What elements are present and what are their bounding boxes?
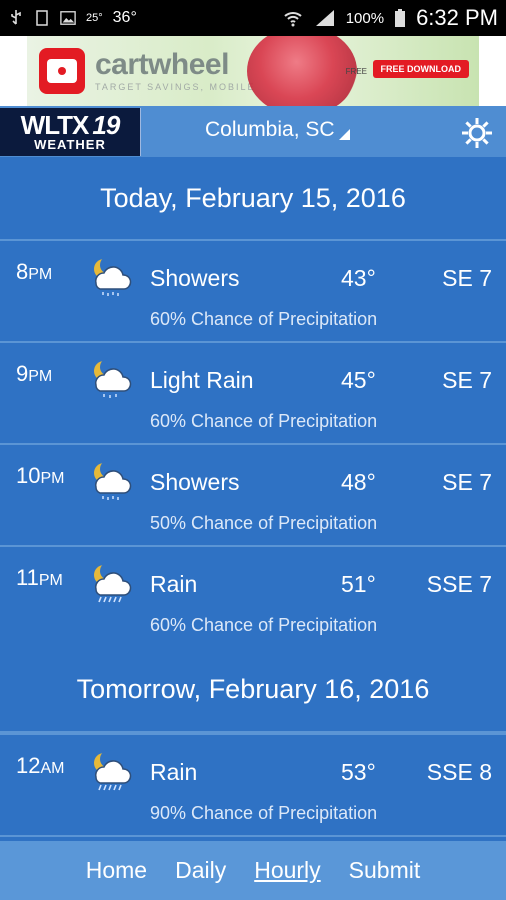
day-header-tomorrow: Tomorrow, February 16, 2016 xyxy=(0,647,506,733)
hour-temp: 53° xyxy=(341,759,376,785)
ad-text: cartwheel TARGET SAVINGS, MOBILE xyxy=(95,48,256,93)
battery-percent: 100% xyxy=(345,9,385,27)
night-light-rain-icon xyxy=(94,358,132,398)
ad-brand: cartwheel xyxy=(95,48,229,81)
hour-temp: 45° xyxy=(341,367,376,393)
night-showers-icon xyxy=(94,256,132,296)
location-label: Columbia, SC xyxy=(205,118,335,141)
hour-condition: Showers xyxy=(150,469,240,495)
hour-temp: 48° xyxy=(341,469,376,495)
usb-icon xyxy=(11,10,21,25)
night-rain-icon xyxy=(94,562,132,603)
hour-wind: SSE 7 xyxy=(426,571,492,597)
day-title: Today, February 15, 2016 xyxy=(100,182,406,213)
hourly-forecast[interactable]: Today, February 15, 2016 8PM Showers 43°… xyxy=(0,157,506,841)
logo-channel: 19 xyxy=(92,109,120,140)
cartwheel-logo-icon xyxy=(39,48,85,94)
hour-precip: 50% Chance of Precipitation xyxy=(150,513,378,533)
hour-condition: Rain xyxy=(150,759,198,785)
hour-condition: Light Rain xyxy=(150,367,254,393)
ad-download-button[interactable]: FREE DOWNLOAD xyxy=(372,60,469,78)
status-time: 6:32 PM xyxy=(416,5,498,30)
status-temp: 36° xyxy=(112,9,137,26)
hour-temp: 51° xyxy=(341,571,376,597)
ad-banner[interactable]: cartwheel TARGET SAVINGS, MOBILE FREE FR… xyxy=(0,36,506,106)
hour-row: 11PM Rain 51° SSE 7 60% Chance of Precip… xyxy=(0,547,506,647)
hour-wind: SE 7 xyxy=(442,367,492,393)
app-header: WLTX 19 WEATHER Columbia, SC xyxy=(0,106,506,157)
logo-weather: WEATHER xyxy=(34,136,106,152)
hour-time: 10PM xyxy=(16,463,65,488)
hour-wind: SE 7 xyxy=(442,469,492,495)
sd-card-icon xyxy=(36,10,48,26)
hour-wind: SE 7 xyxy=(442,265,492,291)
nav-home[interactable]: Home xyxy=(72,857,161,884)
nav-daily[interactable]: Daily xyxy=(161,857,240,884)
status-right-icons: 100% 6:32 PM xyxy=(282,5,498,31)
night-rain-icon xyxy=(94,750,132,791)
hour-time: 8PM xyxy=(16,259,53,284)
settings-gear-icon[interactable] xyxy=(460,116,494,150)
ad-content[interactable]: cartwheel TARGET SAVINGS, MOBILE FREE FR… xyxy=(27,36,479,106)
ad-fruit-image xyxy=(247,36,357,106)
ad-tagline: TARGET SAVINGS, MOBILE xyxy=(95,82,256,92)
hour-time: 11PM xyxy=(16,565,63,590)
image-icon xyxy=(60,11,76,25)
hour-precip: 90% Chance of Precipitation xyxy=(150,803,378,823)
logo-call-sign: WLTX xyxy=(20,109,90,140)
hour-condition: Rain xyxy=(150,571,198,597)
hour-row: 9PM Light Rain 45° SE 7 60% Chance of Pr… xyxy=(0,343,506,445)
hour-wind: SSE 8 xyxy=(426,759,492,785)
day-title: Tomorrow, February 16, 2016 xyxy=(76,673,430,704)
hour-precip: 60% Chance of Precipitation xyxy=(150,411,378,431)
nav-submit[interactable]: Submit xyxy=(335,857,435,884)
battery-icon xyxy=(395,9,406,27)
status-bar: 25° 36° 100% 6:32 PM xyxy=(0,0,506,36)
nav-hourly[interactable]: Hourly xyxy=(240,857,334,884)
hour-temp: 43° xyxy=(341,265,376,291)
ad-small-text: FREE xyxy=(345,67,367,76)
signal-icon xyxy=(315,10,334,26)
status-left-icons: 25° 36° xyxy=(8,9,137,27)
location-selector[interactable]: Columbia, SC xyxy=(205,118,350,142)
dropdown-caret-icon xyxy=(338,129,350,140)
hour-precip: 60% Chance of Precipitation xyxy=(150,309,378,329)
hour-row: 12AM Rain 53° SSE 8 90% Chance of Precip… xyxy=(0,733,506,837)
hour-condition: Showers xyxy=(150,265,240,291)
wifi-icon xyxy=(284,12,302,27)
day-header-today: Today, February 15, 2016 xyxy=(0,157,506,241)
hour-precip: 60% Chance of Precipitation xyxy=(150,615,378,635)
bottom-nav: Home Daily Hourly Submit xyxy=(0,841,506,900)
wltx-logo: WLTX 19 WEATHER xyxy=(0,107,141,156)
small-temp: 25° xyxy=(86,12,103,24)
hour-time: 9PM xyxy=(16,361,53,386)
hour-row: 8PM Showers 43° SE 7 60% Chance of Preci… xyxy=(0,241,506,343)
night-showers-icon xyxy=(94,460,132,500)
hour-time: 12AM xyxy=(16,753,65,778)
hour-row: 10PM Showers 48° SE 7 50% Chance of Prec… xyxy=(0,445,506,547)
